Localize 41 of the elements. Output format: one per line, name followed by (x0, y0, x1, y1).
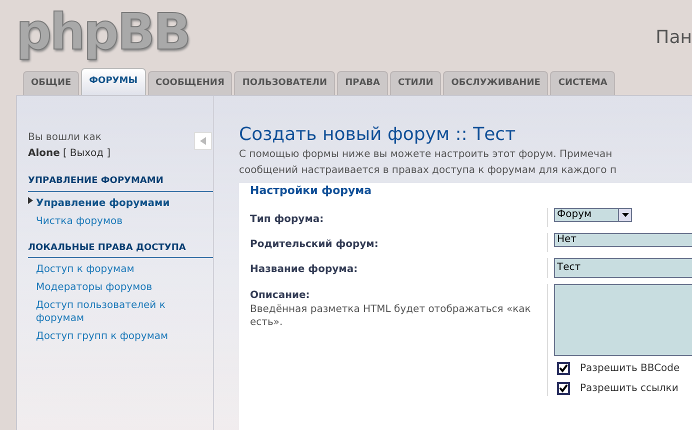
intro-text: сообщений настраивается в правах доступа к форумам для каждого п (239, 164, 618, 178)
sidebar-link[interactable]: Доступ к форумам (36, 263, 134, 276)
field-label: Родительский форум: (250, 238, 380, 252)
page-title: Создать новый форум :: Тест (239, 123, 517, 147)
tab[interactable]: ОБЩИЕ (23, 71, 80, 95)
login-text: Вы вошли как (28, 131, 102, 145)
tab[interactable]: СООБЩЕНИЯ (148, 71, 232, 95)
logo: phpBB (16, 4, 190, 60)
section-heading: ЛОКАЛЬНЫЕ ПРАВА ДОСТУПА (28, 242, 213, 258)
section-heading: УПРАВЛЕНИЕ ФОРУМАМИ (28, 175, 213, 192)
sidebar-link[interactable]: Модераторы форумов (36, 281, 152, 294)
sidebar-link[interactable]: Доступ пользователей к форумам (36, 299, 213, 325)
field-hint: Введённая разметка HTML будет отображаться «как есть». (250, 302, 532, 328)
field-label: Тип форума: (250, 212, 325, 226)
sidebar-link[interactable]: Чистка форумов (36, 214, 123, 228)
logout-link[interactable]: Выход (70, 146, 104, 161)
sidebar-link[interactable]: Управление форумами (36, 196, 170, 210)
checkbox[interactable] (557, 382, 570, 394)
left-arrow-icon (198, 136, 208, 146)
tab[interactable]: ПОЛЬЗОВАТЕЛИ (234, 71, 336, 95)
tab[interactable]: СИСТЕМА (550, 71, 616, 95)
header-title: Пан (656, 26, 692, 50)
bracket: [ (62, 147, 67, 161)
tab[interactable]: ФОРУМЫ (81, 68, 146, 95)
tab[interactable]: ОБСЛУЖИВАНИЕ (443, 71, 548, 95)
checkbox-label: Разрешить BBCode (580, 362, 680, 376)
tab[interactable]: СТИЛИ (390, 71, 442, 95)
dropdown[interactable]: Форум (554, 208, 632, 222)
user-name: Alone (28, 147, 60, 161)
checkbox[interactable] (557, 362, 570, 374)
intro-text: С помощью формы ниже вы можете настроить этот форум. Примечан (239, 148, 614, 162)
dropdown[interactable]: Нет (554, 232, 692, 246)
field-label: Описание: (250, 288, 311, 302)
fieldset-legend: Настройки форума (250, 183, 692, 200)
tab[interactable]: ПРАВА (337, 71, 388, 95)
textarea-field[interactable] (554, 284, 692, 356)
checkbox-label: Разрешить ссылки (580, 382, 678, 396)
bracket: ] (106, 147, 110, 161)
sidebar-link[interactable]: Доступ групп к форумам (36, 330, 168, 343)
text-input[interactable]: Тест (554, 258, 692, 278)
field-label: Название форума: (250, 262, 359, 276)
